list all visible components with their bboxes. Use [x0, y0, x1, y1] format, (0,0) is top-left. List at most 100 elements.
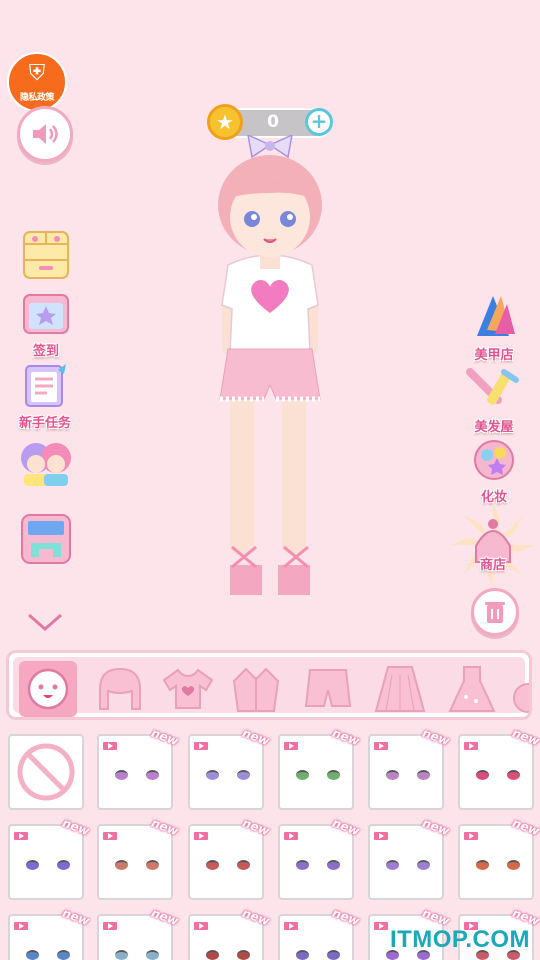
tab-skirt[interactable] — [371, 661, 429, 717]
item-cell[interactable]: new — [8, 816, 92, 900]
new-badge: new — [510, 905, 540, 929]
video-ad-icon — [282, 830, 300, 842]
eyes-preview — [386, 860, 430, 872]
eyes-preview — [26, 860, 70, 872]
video-ad-icon — [192, 920, 210, 932]
new-badge: new — [149, 905, 181, 929]
comb-scissors-icon — [466, 368, 519, 405]
eyes-preview — [206, 770, 250, 782]
eye-icon — [417, 770, 430, 780]
item-cell[interactable]: new — [97, 726, 181, 810]
eye-icon — [296, 950, 309, 960]
shop-button[interactable]: 商店 — [448, 500, 538, 590]
item-cell[interactable]: new — [368, 816, 452, 900]
item-cell[interactable]: new — [97, 906, 181, 960]
eye-icon — [206, 770, 219, 780]
item-cell[interactable]: new — [188, 816, 272, 900]
jacket-icon — [232, 667, 280, 712]
eye-icon — [115, 770, 128, 780]
add-coins-button[interactable]: + — [305, 108, 333, 136]
item-cell[interactable]: new — [278, 816, 362, 900]
item-cell[interactable]: new — [97, 816, 181, 900]
tab-face[interactable] — [19, 661, 77, 717]
item-cell[interactable]: new — [458, 726, 540, 810]
newbie-tasks-button[interactable]: 新手任务 — [12, 362, 78, 431]
tab-dress[interactable] — [443, 661, 501, 717]
video-ad-icon — [12, 920, 30, 932]
eye-icon — [417, 860, 430, 870]
tab-shorts[interactable] — [299, 661, 357, 717]
eyes-preview — [115, 950, 159, 960]
tab-hair[interactable] — [91, 661, 149, 717]
no-item-icon — [17, 743, 75, 801]
new-badge: new — [240, 725, 272, 749]
item-cell[interactable]: new — [368, 726, 452, 810]
chevron-down-icon — [28, 613, 62, 631]
item-cell[interactable]: new — [278, 906, 362, 960]
friends-button[interactable] — [16, 434, 72, 494]
checkin-button[interactable]: 签到 — [18, 290, 74, 359]
video-ad-icon — [192, 830, 210, 842]
item-none[interactable] — [8, 734, 84, 810]
video-ad-icon — [372, 920, 390, 932]
privacy-label: 隐私政策 — [19, 93, 55, 103]
item-cell[interactable]: new — [278, 726, 362, 810]
eyes-preview — [386, 770, 430, 782]
calendar-icon — [23, 294, 69, 334]
sound-toggle-button[interactable] — [17, 106, 73, 162]
new-badge: new — [420, 905, 452, 929]
eye-icon — [386, 860, 399, 870]
new-badge: new — [510, 815, 540, 839]
nail-shop-button[interactable]: 美甲店 — [466, 290, 522, 363]
item-cell[interactable]: new — [8, 906, 92, 960]
item-cell[interactable]: new — [458, 816, 540, 900]
new-badge: new — [420, 815, 452, 839]
eye-icon — [26, 860, 39, 870]
eye-icon — [57, 860, 70, 870]
category-tab-bar — [6, 650, 532, 720]
tab-accessory[interactable] — [505, 661, 529, 717]
new-badge: new — [149, 725, 181, 749]
video-ad-icon — [101, 830, 119, 842]
eye-icon — [57, 950, 70, 960]
eye-icon — [296, 860, 309, 870]
privacy-policy-button[interactable]: ⛨ 隐私政策 — [7, 52, 67, 112]
item-cell[interactable]: new — [188, 906, 272, 960]
makeup-button[interactable]: 化妆 — [466, 438, 522, 505]
wardrobe-button[interactable] — [18, 228, 74, 286]
eye-icon — [206, 950, 219, 960]
nail-polish-icon — [477, 296, 515, 336]
accessory-icon — [513, 683, 529, 713]
eye-icon — [327, 950, 340, 960]
character-avatar — [218, 135, 322, 595]
eye-icon — [115, 860, 128, 870]
delete-button[interactable] — [471, 588, 519, 636]
checkin-label: 签到 — [32, 344, 59, 359]
eye-icon — [296, 770, 309, 780]
gallery-button[interactable] — [18, 512, 74, 570]
sunburst-icon — [450, 502, 536, 588]
video-ad-icon — [372, 740, 390, 752]
eye-icon — [146, 770, 159, 780]
video-ad-icon — [372, 830, 390, 842]
collapse-menu-button[interactable] — [26, 612, 64, 636]
eye-icon — [237, 770, 250, 780]
eyes-preview — [296, 950, 340, 960]
video-ad-icon — [462, 830, 480, 842]
hair-salon-button[interactable]: 美发屋 — [466, 364, 522, 435]
eye-icon — [237, 950, 250, 960]
new-badge: new — [420, 725, 452, 749]
eye-icon — [507, 770, 520, 780]
privacy-shield-icon: ⛨ — [28, 61, 46, 86]
hair-icon — [99, 667, 141, 710]
new-badge: new — [60, 815, 92, 839]
tab-jacket[interactable] — [227, 661, 285, 717]
new-badge: new — [149, 815, 181, 839]
eye-icon — [476, 860, 489, 870]
eye-icon — [476, 770, 489, 780]
skirt-icon — [374, 666, 426, 712]
tab-top[interactable] — [159, 661, 217, 717]
eyes-preview — [476, 770, 520, 782]
item-cell[interactable]: new — [188, 726, 272, 810]
eyes-preview — [206, 860, 250, 872]
